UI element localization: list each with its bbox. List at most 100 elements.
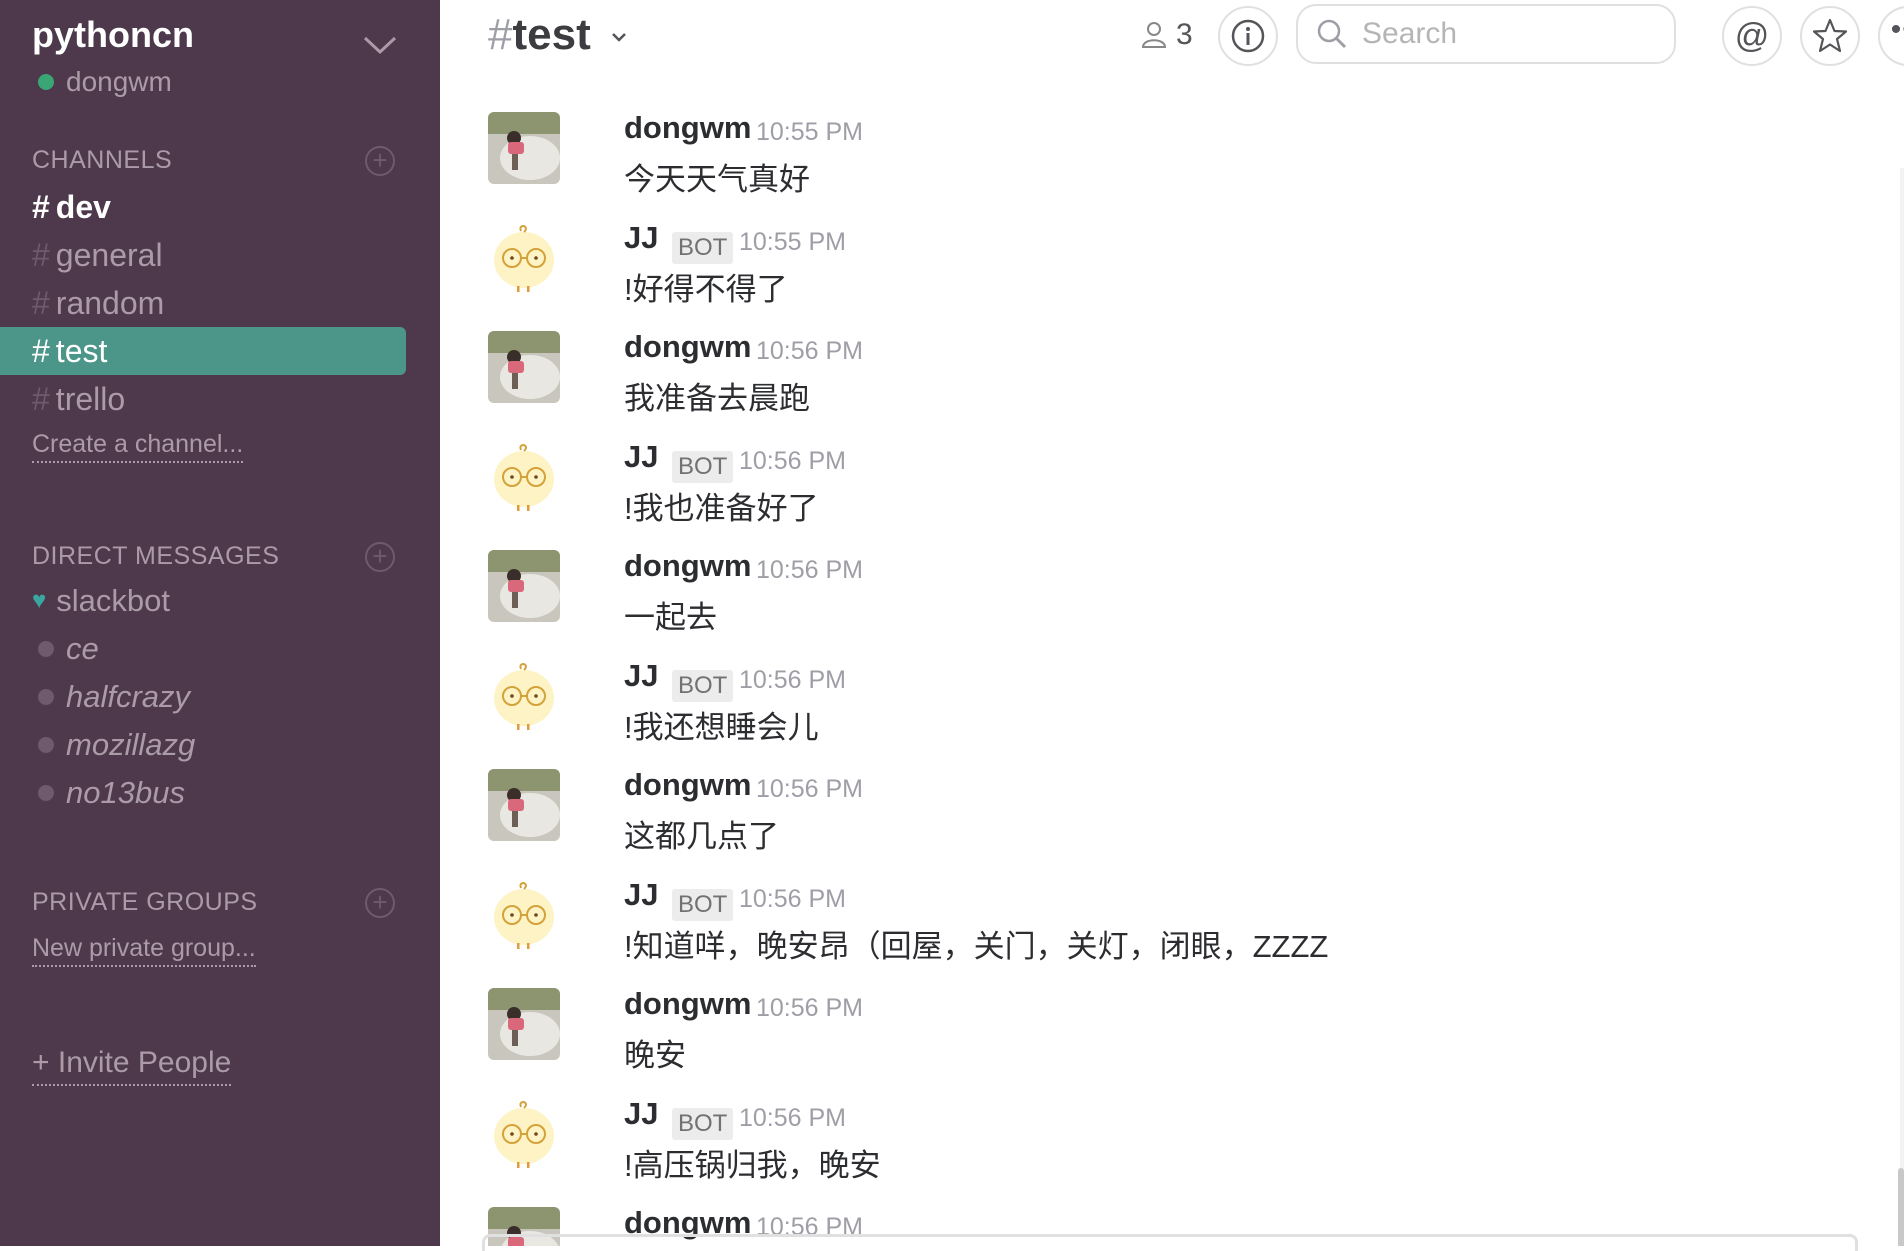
message-author[interactable]: JJ xyxy=(624,658,658,694)
dm-item-ce[interactable]: ce xyxy=(32,631,99,667)
message-row[interactable]: dongwm 10:56 PM 这都几点了 xyxy=(488,735,1788,854)
bot-avatar-chick xyxy=(488,440,560,513)
search-input[interactable] xyxy=(1360,16,1654,52)
sidebar: pythoncn dongwm CHANNELS + # dev # gener… xyxy=(0,0,440,1246)
message-timestamp[interactable]: 10:56 PM xyxy=(756,994,863,1023)
dm-item-slackbot[interactable]: ♥ slackbot xyxy=(32,583,170,619)
message-composer[interactable] xyxy=(482,1234,1858,1251)
invite-people-link[interactable]: + Invite People xyxy=(32,1046,232,1086)
hash-icon: # xyxy=(32,332,50,369)
channel-info-button[interactable] xyxy=(1218,6,1278,66)
avatar[interactable] xyxy=(488,878,560,951)
heart-icon: ♥ xyxy=(32,587,47,614)
user-avatar-photo xyxy=(488,112,560,184)
message-row[interactable]: dongwm 10:56 PM 我准备去晨跑 xyxy=(488,297,1788,416)
bot-avatar-chick xyxy=(488,1097,560,1170)
channel-label: dev xyxy=(55,188,111,225)
bot-badge: BOT xyxy=(672,231,734,264)
sidebar-item-trello[interactable]: # trello xyxy=(0,375,406,423)
mentions-button[interactable]: @ xyxy=(1722,6,1782,66)
bot-badge: BOT xyxy=(672,669,734,702)
channel-title-name: test xyxy=(512,10,591,59)
dm-label: slackbot xyxy=(56,583,170,618)
team-name[interactable]: pythoncn xyxy=(32,14,194,56)
hash-icon: # xyxy=(488,10,513,59)
dm-label: no13bus xyxy=(66,775,185,810)
message-row[interactable]: JJ BOT 10:56 PM !高压锅归我，晚安 xyxy=(488,1064,1788,1183)
add-private-group-icon[interactable]: + xyxy=(365,888,395,918)
message-timestamp[interactable]: 10:55 PM xyxy=(756,118,863,147)
message-author[interactable]: JJ xyxy=(624,220,658,256)
message-row[interactable]: dongwm 10:56 PM 晚安 xyxy=(488,954,1788,1073)
message-author[interactable]: JJ xyxy=(624,1096,658,1132)
current-user-name: dongwm xyxy=(66,66,172,97)
starred-button[interactable] xyxy=(1800,6,1860,66)
avatar[interactable] xyxy=(488,440,560,513)
message-author[interactable]: JJ xyxy=(624,877,658,913)
message-timestamp[interactable]: 10:56 PM xyxy=(756,337,863,366)
dm-label: mozillazg xyxy=(66,727,196,762)
channel-label: general xyxy=(55,236,163,273)
at-icon: @ xyxy=(1734,16,1770,55)
message-timestamp[interactable]: 10:56 PM xyxy=(739,885,846,914)
hash-icon: # xyxy=(32,284,50,321)
add-channel-icon[interactable]: + xyxy=(365,146,395,176)
message-author[interactable]: dongwm xyxy=(624,767,751,803)
channel-title[interactable]: #test xyxy=(488,10,591,60)
message-timestamp[interactable]: 10:56 PM xyxy=(739,1104,846,1133)
chevron-down-icon[interactable] xyxy=(362,34,398,56)
message-list[interactable]: dongwm 10:55 PM 今天天气真好 JJ BOT 10:55 PM !好得不得了… xyxy=(440,78,1904,1246)
message-row[interactable]: dongwm 10:55 PM 今天天气真好 xyxy=(488,78,1788,197)
message-author[interactable]: dongwm xyxy=(624,986,751,1022)
add-dm-icon[interactable]: + xyxy=(365,542,395,572)
channels-header[interactable]: CHANNELS xyxy=(32,146,172,175)
message-row[interactable]: JJ BOT 10:55 PM !好得不得了 xyxy=(488,188,1788,307)
message-author[interactable]: JJ xyxy=(624,439,658,475)
message-row[interactable]: dongwm 10:56 PM 一起去 xyxy=(488,516,1788,635)
bot-avatar-chick xyxy=(488,878,560,951)
more-actions-button[interactable]: ••• xyxy=(1878,6,1904,66)
new-private-group-link[interactable]: New private group... xyxy=(32,934,256,967)
sidebar-item-general[interactable]: # general xyxy=(0,231,406,279)
search-input-wrapper[interactable] xyxy=(1296,4,1676,64)
hash-icon: # xyxy=(32,188,50,225)
message-row[interactable]: JJ BOT 10:56 PM !我还想睡会儿 xyxy=(488,626,1788,745)
message-timestamp[interactable]: 10:56 PM xyxy=(739,447,846,476)
star-icon xyxy=(1812,18,1848,53)
avatar[interactable] xyxy=(488,769,560,841)
scrollbar-thumb[interactable] xyxy=(1898,1168,1904,1246)
current-user[interactable]: dongwm xyxy=(32,66,172,98)
member-count-button[interactable]: 3 xyxy=(1140,18,1193,52)
message-row[interactable]: JJ BOT 10:56 PM !我也准备好了 xyxy=(488,407,1788,526)
sidebar-item-dev[interactable]: # dev xyxy=(0,183,406,231)
private-groups-header[interactable]: PRIVATE GROUPS xyxy=(32,888,258,917)
dm-item-no13bus[interactable]: no13bus xyxy=(32,775,185,811)
bot-badge: BOT xyxy=(672,450,734,483)
scrollbar-track[interactable] xyxy=(1900,168,1904,1246)
avatar[interactable] xyxy=(488,331,560,403)
dm-item-mozillazg[interactable]: mozillazg xyxy=(32,727,195,763)
dm-item-halfcrazy[interactable]: halfcrazy xyxy=(32,679,190,715)
message-timestamp[interactable]: 10:56 PM xyxy=(756,775,863,804)
avatar[interactable] xyxy=(488,988,560,1060)
avatar[interactable] xyxy=(488,550,560,622)
avatar[interactable] xyxy=(488,112,560,184)
user-avatar-photo xyxy=(488,769,560,841)
avatar[interactable] xyxy=(488,1097,560,1170)
dm-header[interactable]: DIRECT MESSAGES xyxy=(32,542,279,571)
message-row[interactable]: JJ BOT 10:56 PM !知道咩，晚安昂（回屋，关门，关灯，闭眼，ZZZZ xyxy=(488,845,1788,964)
message-author[interactable]: dongwm xyxy=(624,110,751,146)
message-author[interactable]: dongwm xyxy=(624,548,751,584)
create-channel-link[interactable]: Create a channel... xyxy=(32,430,244,463)
message-author[interactable]: dongwm xyxy=(624,329,751,365)
presence-away-icon xyxy=(38,785,54,801)
channel-header: #test 3 @ ••• xyxy=(440,0,1904,78)
avatar[interactable] xyxy=(488,221,560,294)
sidebar-item-random[interactable]: # random xyxy=(0,279,406,327)
message-timestamp[interactable]: 10:55 PM xyxy=(739,228,846,257)
chevron-down-icon[interactable] xyxy=(610,30,628,44)
message-timestamp[interactable]: 10:56 PM xyxy=(756,556,863,585)
sidebar-item-test[interactable]: # test xyxy=(0,327,406,375)
avatar[interactable] xyxy=(488,659,560,732)
message-timestamp[interactable]: 10:56 PM xyxy=(739,666,846,695)
